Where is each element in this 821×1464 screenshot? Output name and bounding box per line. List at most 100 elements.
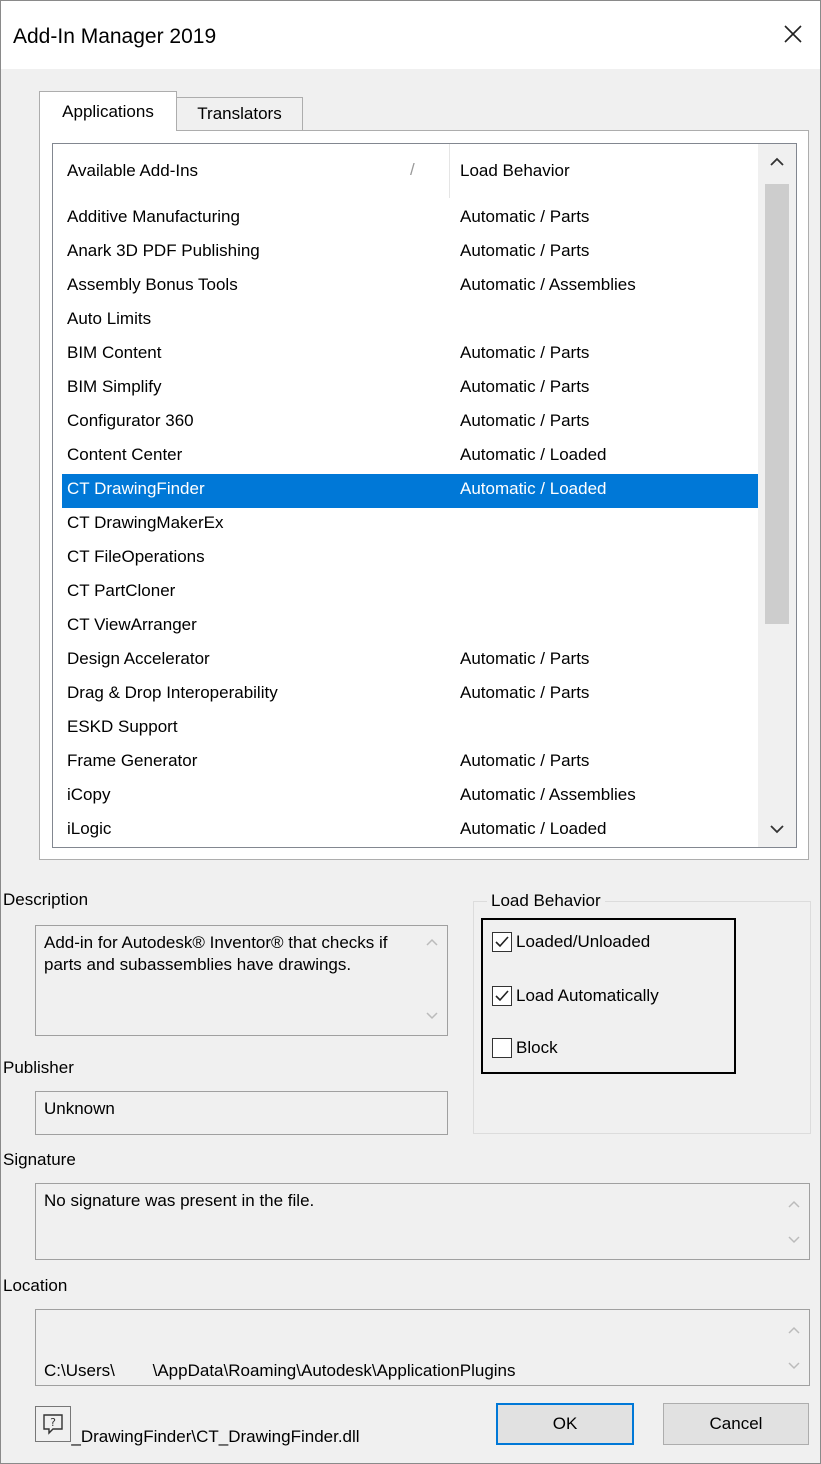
column-divider[interactable] — [449, 144, 450, 198]
list-item[interactable]: Anark 3D PDF Publishing Automatic / Parts — [62, 236, 759, 270]
add-ins-list[interactable]: Available Add-Ins / Load Behavior Additi… — [52, 143, 797, 848]
list-item[interactable]: iCopy Automatic / Assemblies — [62, 780, 759, 814]
tab-translators[interactable]: Translators — [177, 97, 303, 130]
add-in-load-behavior: Automatic / Assemblies — [460, 275, 636, 294]
description-scroll-up[interactable] — [417, 938, 447, 946]
checkbox-label: Block — [516, 1038, 558, 1057]
add-in-manager-window: Add-In Manager 2019 Applications Transla… — [0, 0, 821, 1464]
list-item[interactable]: BIM Content Automatic / Parts — [62, 338, 759, 372]
close-button[interactable] — [766, 9, 820, 59]
add-in-load-behavior: Automatic / Parts — [460, 683, 590, 702]
checkbox-label: Loaded/Unloaded — [516, 932, 651, 951]
add-in-load-behavior: Automatic / Parts — [460, 343, 590, 362]
add-in-load-behavior: Automatic / Parts — [460, 751, 590, 770]
chevron-down-icon — [426, 1012, 438, 1020]
add-in-name: CT ViewArranger — [67, 615, 197, 634]
signature-scrollbar[interactable] — [779, 1184, 809, 1259]
add-in-name: Frame Generator — [67, 751, 198, 770]
location-field[interactable]: C:\Users\ \AppData\Roaming\Autodesk\Appl… — [35, 1309, 810, 1446]
add-in-load-behavior: Automatic / Parts — [460, 649, 590, 668]
list-item[interactable]: Design Accelerator Automatic / Parts — [62, 644, 759, 678]
window-title: Add-In Manager 2019 — [13, 25, 217, 48]
list-item[interactable]: CT FileOperations — [62, 542, 759, 576]
add-in-load-behavior: Automatic / Parts — [460, 377, 590, 396]
scrollbar-thumb[interactable] — [765, 184, 789, 624]
loaded-unloaded-checkbox[interactable]: Loaded/Unloaded — [492, 932, 650, 952]
checkbox-box[interactable] — [492, 986, 512, 1006]
chevron-up-icon — [788, 1200, 800, 1208]
signature-scroll-down[interactable] — [779, 1236, 809, 1244]
list-item[interactable]: Drag & Drop Interoperability Automatic / … — [62, 678, 759, 712]
add-in-load-behavior: Automatic / Assemblies — [460, 785, 636, 804]
add-in-name: Auto Limits — [67, 309, 152, 328]
add-in-name: Drag & Drop Interoperability — [67, 683, 278, 702]
add-in-load-behavior: Automatic / Loaded — [460, 819, 607, 838]
tab-applications[interactable]: Applications — [39, 91, 177, 131]
load-automatically-checkbox[interactable]: Load Automatically — [492, 986, 659, 1006]
help-button[interactable]: ? — [35, 1406, 71, 1442]
scroll-up-button[interactable] — [758, 144, 796, 180]
signature-text: No signature was present in the file. — [44, 1191, 315, 1210]
ok-button[interactable]: OK — [496, 1403, 634, 1445]
add-in-name: Assembly Bonus Tools — [67, 275, 238, 294]
description-scrollbar[interactable] — [417, 926, 447, 1035]
signature-scroll-up[interactable] — [779, 1200, 809, 1208]
list-item[interactable]: CT DrawingFinder Automatic / Loaded — [62, 474, 759, 508]
checkbox-box[interactable] — [492, 932, 512, 952]
checkmark-icon — [495, 990, 509, 1002]
list-item[interactable]: Auto Limits — [62, 304, 759, 338]
description-field[interactable]: Add-in for Autodesk® Inventor® that chec… — [35, 925, 448, 1036]
list-item[interactable]: Frame Generator Automatic / Parts — [62, 746, 759, 780]
sort-indicator: / — [410, 160, 415, 179]
list-scrollbar[interactable] — [758, 144, 796, 847]
chevron-up-icon — [426, 938, 438, 946]
add-in-name: Additive Manufacturing — [67, 207, 240, 226]
add-in-name: CT FileOperations — [67, 547, 205, 566]
chevron-up-icon — [770, 157, 784, 166]
add-in-load-behavior: Automatic / Parts — [460, 207, 590, 226]
list-item[interactable]: iLogic Automatic / Loaded — [62, 814, 759, 848]
location-scroll-up[interactable] — [779, 1326, 809, 1334]
scroll-down-button[interactable] — [758, 811, 796, 847]
column-header-available-add-ins[interactable]: Available Add-Ins — [67, 161, 198, 181]
block-checkbox[interactable]: Block — [492, 1038, 558, 1058]
load-behavior-label: Load Behavior — [487, 891, 605, 911]
publisher-label: Publisher — [3, 1058, 74, 1077]
add-in-name: CT DrawingMakerEx — [67, 513, 224, 532]
checkbox-box[interactable] — [492, 1038, 512, 1058]
add-in-name: BIM Simplify — [67, 377, 162, 396]
applications-tab-panel: Available Add-Ins / Load Behavior Additi… — [39, 130, 809, 860]
svg-text:?: ? — [50, 1416, 56, 1429]
signature-field[interactable]: No signature was present in the file. — [35, 1183, 810, 1260]
list-item[interactable]: ESKD Support — [62, 712, 759, 746]
location-label: Location — [3, 1276, 68, 1295]
list-item[interactable]: Configurator 360 Automatic / Parts — [62, 406, 759, 440]
title-bar: Add-In Manager 2019 — [1, 1, 820, 69]
checkbox-label: Load Automatically — [516, 986, 659, 1005]
list-rows: Additive Manufacturing Automatic / Parts A… — [53, 202, 759, 848]
description-scroll-down[interactable] — [417, 1012, 447, 1020]
close-icon — [784, 25, 802, 43]
signature-label: Signature — [3, 1150, 76, 1169]
chevron-down-icon — [788, 1362, 800, 1370]
column-header-load-behavior[interactable]: Load Behavior — [460, 161, 570, 181]
location-scroll-down[interactable] — [779, 1362, 809, 1370]
list-item[interactable]: Content Center Automatic / Loaded — [62, 440, 759, 474]
list-item[interactable]: BIM Simplify Automatic / Parts — [62, 372, 759, 406]
add-in-name: CT PartCloner — [67, 581, 176, 600]
cancel-button[interactable]: Cancel — [663, 1403, 809, 1445]
add-in-name: Configurator 360 — [67, 411, 194, 430]
list-item[interactable]: CT ViewArranger — [62, 610, 759, 644]
list-item[interactable]: Assembly Bonus Tools Automatic / Assembli… — [62, 270, 759, 304]
location-scrollbar[interactable] — [779, 1310, 809, 1385]
list-item[interactable]: Additive Manufacturing Automatic / Parts — [62, 202, 759, 236]
description-label: Description — [3, 890, 89, 909]
list-item[interactable]: CT DrawingMakerEx — [62, 508, 759, 542]
list-item[interactable]: CT PartCloner — [62, 576, 759, 610]
add-in-name: Anark 3D PDF Publishing — [67, 241, 260, 260]
chevron-down-icon — [788, 1236, 800, 1244]
add-in-load-behavior: Automatic / Loaded — [460, 445, 607, 464]
publisher-field[interactable]: Unknown — [35, 1091, 448, 1135]
add-in-load-behavior: Automatic / Parts — [460, 241, 590, 260]
add-in-name: BIM Content — [67, 343, 162, 362]
